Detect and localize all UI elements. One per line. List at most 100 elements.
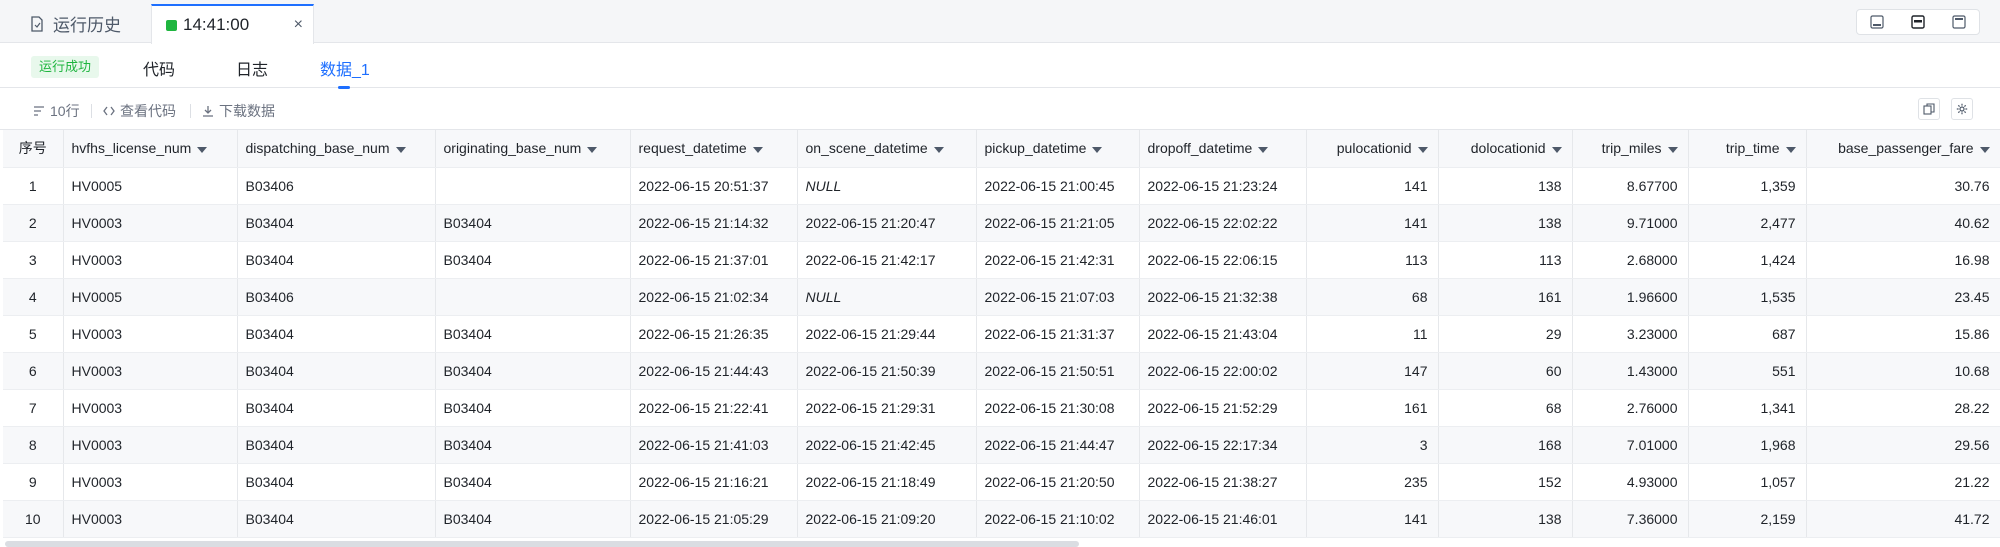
- table-cell-dolocationid: 29: [1438, 315, 1573, 353]
- sort-caret-icon[interactable]: [933, 146, 944, 153]
- status-badge: 运行成功: [31, 56, 100, 78]
- table-cell-pulocationid: 68: [1306, 278, 1439, 316]
- table-cell-index: 2: [3, 204, 64, 242]
- table-cell-trip-time: 1,535: [1688, 278, 1807, 316]
- table-row[interactable]: 4 HV0005 B03406 2022-06-15 21:02:34 NULL 2022…: [3, 278, 2000, 316]
- table-cell-pickup-datetime: 2022-06-15 21:10:02: [976, 500, 1140, 538]
- table-cell-trip-miles: 1.43000: [1572, 352, 1689, 390]
- table-row[interactable]: 10 HV0003 B03404 B03404 2022-06-15 21:05:29 2…: [3, 500, 2000, 538]
- table-cell-request-datetime: 2022-06-15 21:02:34: [630, 278, 798, 316]
- data-grid[interactable]: 序号 hvfhs_license_num dispatching_base_num o…: [3, 130, 2000, 540]
- column-header-index[interactable]: 序号: [3, 130, 64, 168]
- rows-icon: [34, 106, 44, 116]
- column-header-request-datetime[interactable]: request_datetime: [630, 130, 798, 168]
- table-cell-pickup-datetime: 2022-06-15 21:20:50: [976, 463, 1140, 501]
- table-cell-dispatching-base-num: B03404: [237, 463, 436, 501]
- column-header-label: request_datetime: [638, 140, 747, 157]
- tab-code[interactable]: 代码: [143, 56, 175, 80]
- tab-run-history[interactable]: 运行历史: [20, 4, 150, 43]
- column-header-label: dolocationid: [1470, 140, 1546, 157]
- sort-caret-icon[interactable]: [1667, 146, 1678, 153]
- sort-caret-icon[interactable]: [752, 146, 763, 153]
- table-cell-originating-base-num: B03404: [435, 426, 631, 464]
- table-cell-dolocationid: 152: [1438, 463, 1573, 501]
- table-cell-base-passenger-fare: 10.68: [1806, 352, 2000, 390]
- sort-caret-icon[interactable]: [1979, 146, 1990, 153]
- table-cell-pulocationid: 235: [1306, 463, 1439, 501]
- table-cell-pickup-datetime: 2022-06-15 21:07:03: [976, 278, 1140, 316]
- column-header-dropoff-datetime[interactable]: dropoff_datetime: [1139, 130, 1307, 168]
- table-row[interactable]: 7 HV0003 B03404 B03404 2022-06-15 21:22:41 20…: [3, 389, 2000, 427]
- table-row[interactable]: 5 HV0003 B03404 B03404 2022-06-15 21:26:35 20…: [3, 315, 2000, 353]
- toolbar-divider: [91, 104, 92, 118]
- sort-caret-icon[interactable]: [1551, 146, 1562, 153]
- table-cell-trip-miles: 3.23000: [1572, 315, 1689, 353]
- download-data-button[interactable]: 下载数据: [202, 101, 275, 121]
- column-header-on-scene-datetime[interactable]: on_scene_datetime: [797, 130, 977, 168]
- sort-caret-icon[interactable]: [1092, 146, 1103, 153]
- tab-run-result[interactable]: 14:41:00 ×: [151, 4, 314, 44]
- table-cell-request-datetime: 2022-06-15 21:22:41: [630, 389, 798, 427]
- row-count: 10行: [33, 101, 80, 121]
- table-cell-dropoff-datetime: 2022-06-15 22:17:34: [1139, 426, 1307, 464]
- close-icon[interactable]: ×: [294, 16, 303, 34]
- sort-caret-icon[interactable]: [587, 146, 598, 153]
- sort-caret-icon[interactable]: [395, 146, 406, 153]
- layout-half-button[interactable]: [1898, 10, 1939, 34]
- table-cell-request-datetime: 2022-06-15 21:14:32: [630, 204, 798, 242]
- table-row[interactable]: 9 HV0003 B03404 B03404 2022-06-15 21:16:21 20…: [3, 463, 2000, 501]
- table-cell-pickup-datetime: 2022-06-15 21:31:37: [976, 315, 1140, 353]
- status-dot-icon: [166, 19, 177, 31]
- table-cell-hvfhs-license-num: HV0003: [63, 241, 238, 279]
- table-cell-dropoff-datetime: 2022-06-15 21:32:38: [1139, 278, 1307, 316]
- column-header-pickup-datetime[interactable]: pickup_datetime: [976, 130, 1140, 168]
- sort-caret-icon[interactable]: [1258, 146, 1269, 153]
- layout-maximize-button[interactable]: [1938, 10, 1979, 34]
- column-header-trip-time[interactable]: trip_time: [1688, 130, 1807, 168]
- table-cell-request-datetime: 2022-06-15 21:37:01: [630, 241, 798, 279]
- download-data-label: 下载数据: [219, 103, 275, 119]
- table-row[interactable]: 1 HV0005 B03406 2022-06-15 20:51:37 NULL 2022…: [3, 167, 2000, 205]
- column-header-originating-base-num[interactable]: originating_base_num: [435, 130, 631, 168]
- table-cell-on-scene-datetime: 2022-06-15 21:29:44: [797, 315, 977, 353]
- table-row[interactable]: 3 HV0003 B03404 B03404 2022-06-15 21:37:01 20…: [3, 241, 2000, 279]
- table-cell-hvfhs-license-num: HV0005: [63, 167, 238, 205]
- table-cell-dispatching-base-num: B03404: [237, 352, 436, 390]
- settings-button[interactable]: [1951, 98, 1973, 120]
- tab-log[interactable]: 日志: [236, 56, 268, 80]
- view-code-button[interactable]: 查看代码: [103, 101, 176, 121]
- tab-data-1[interactable]: 数据_1: [320, 56, 370, 80]
- toolbar-divider: [190, 104, 191, 118]
- table-cell-index: 3: [3, 241, 64, 279]
- table-row[interactable]: 8 HV0003 B03404 B03404 2022-06-15 21:41:03 20…: [3, 426, 2000, 464]
- column-header-base-passenger-fare[interactable]: base_passenger_fare: [1806, 130, 2000, 168]
- panel-bottom-icon: [1870, 15, 1884, 29]
- horizontal-scrollbar[interactable]: [5, 541, 1079, 547]
- table-cell-hvfhs-license-num: HV0003: [63, 389, 238, 427]
- panel-top-icon: [1952, 15, 1966, 29]
- table-cell-originating-base-num: B03404: [435, 241, 631, 279]
- copy-button[interactable]: [1918, 98, 1940, 120]
- table-cell-pulocationid: 113: [1306, 241, 1439, 279]
- table-cell-pulocationid: 3: [1306, 426, 1439, 464]
- table-cell-dispatching-base-num: B03404: [237, 389, 436, 427]
- table-cell-base-passenger-fare: 41.72: [1806, 500, 2000, 538]
- table-row[interactable]: 6 HV0003 B03404 B03404 2022-06-15 21:44:43 20…: [3, 352, 2000, 390]
- sort-caret-icon[interactable]: [197, 146, 208, 153]
- table-cell-dropoff-datetime: 2022-06-15 22:06:15: [1139, 241, 1307, 279]
- column-header-hvfhs-license-num[interactable]: hvfhs_license_num: [63, 130, 238, 168]
- table-cell-on-scene-datetime: 2022-06-15 21:29:31: [797, 389, 977, 427]
- table-cell-dolocationid: 60: [1438, 352, 1573, 390]
- table-cell-trip-time: 1,057: [1688, 463, 1807, 501]
- column-header-dolocationid[interactable]: dolocationid: [1438, 130, 1573, 168]
- table-cell-index: 10: [3, 500, 64, 538]
- tab-run-result-label: 14:41:00: [183, 15, 250, 34]
- column-header-dispatching-base-num[interactable]: dispatching_base_num: [237, 130, 436, 168]
- table-row[interactable]: 2 HV0003 B03404 B03404 2022-06-15 21:14:32 20…: [3, 204, 2000, 242]
- column-header-trip-miles[interactable]: trip_miles: [1572, 130, 1689, 168]
- layout-minimize-button[interactable]: [1857, 10, 1898, 34]
- column-header-pulocationid[interactable]: pulocationid: [1306, 130, 1439, 168]
- sort-caret-icon[interactable]: [1417, 146, 1428, 153]
- sort-caret-icon[interactable]: [1785, 146, 1796, 153]
- table-cell-trip-miles: 7.36000: [1572, 500, 1689, 538]
